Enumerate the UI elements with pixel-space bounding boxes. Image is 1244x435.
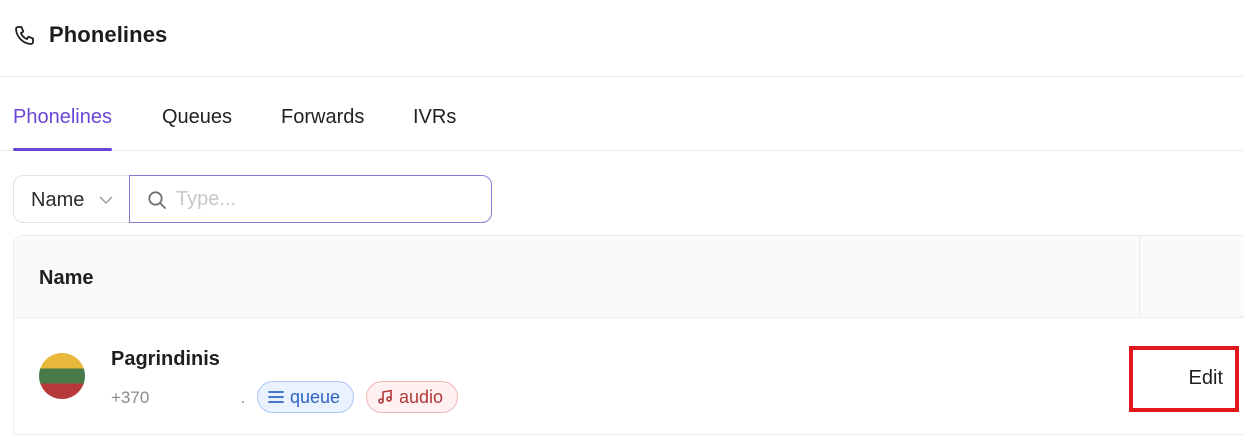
phoneline-number: +370 xyxy=(111,388,150,407)
edit-button[interactable]: Edit xyxy=(1129,346,1239,412)
phonelines-table: Name Pagrindinis +370 queue audio xyxy=(13,235,1244,435)
chevron-down-icon xyxy=(99,196,113,205)
lithuania-flag-icon xyxy=(39,353,85,399)
list-icon xyxy=(268,391,284,403)
tab-ivrs[interactable]: IVRs xyxy=(413,106,456,151)
phoneline-name: Pagrindinis xyxy=(111,348,220,370)
queue-tag[interactable]: queue xyxy=(257,381,354,413)
audio-tag[interactable]: audio xyxy=(366,381,458,413)
music-note-icon xyxy=(378,389,392,404)
filter-field-select[interactable]: Name xyxy=(13,175,131,223)
page-header: Phonelines xyxy=(0,0,1244,77)
audio-tag-label: audio xyxy=(399,386,444,407)
search-field[interactable] xyxy=(129,175,492,223)
page-title: Phonelines xyxy=(49,22,168,47)
edit-button-label: Edit xyxy=(1188,367,1223,389)
tab-forwards[interactable]: Forwards xyxy=(281,106,364,151)
search-icon xyxy=(148,191,166,209)
column-header-name[interactable]: Name xyxy=(39,267,93,290)
queue-tag-label: queue xyxy=(290,386,341,407)
separator-dot xyxy=(242,401,244,403)
phone-icon xyxy=(15,26,34,45)
tab-phonelines[interactable]: Phonelines xyxy=(13,106,112,151)
table-row[interactable]: Pagrindinis +370 queue audio xyxy=(14,318,1244,434)
filter-field-label: Name xyxy=(31,189,85,211)
tab-queues[interactable]: Queues xyxy=(162,106,232,151)
search-input[interactable] xyxy=(174,182,474,216)
tab-bar: Phonelines Queues Forwards IVRs xyxy=(0,77,1244,151)
table-header: Name xyxy=(14,236,1244,318)
